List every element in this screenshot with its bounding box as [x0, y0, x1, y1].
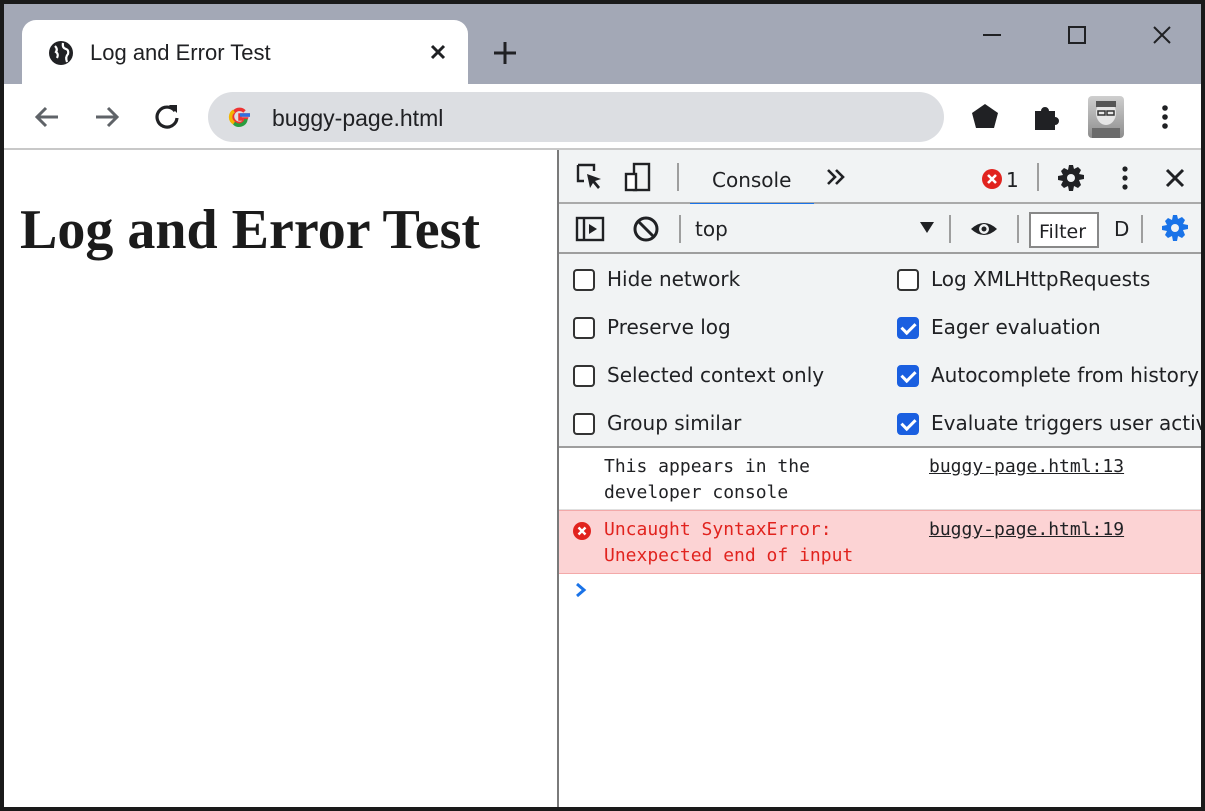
close-window-icon[interactable]	[1145, 18, 1179, 52]
devtools-tab-bar: Console 1	[559, 150, 1201, 206]
maximize-icon[interactable]	[1060, 18, 1094, 52]
option-label: Eager evaluation	[931, 315, 1101, 339]
separator	[1017, 215, 1019, 243]
inspect-element-icon[interactable]	[575, 162, 605, 192]
address-bar[interactable]: buggy-page.html	[208, 92, 944, 142]
browser-window: Log and Error Test buggy-page.html Log a…	[0, 0, 1205, 811]
devtools-menu-icon[interactable]	[1111, 164, 1139, 192]
url-text: buggy-page.html	[272, 105, 444, 131]
puzzle-icon[interactable]	[1028, 100, 1062, 134]
menu-kebab-icon[interactable]	[1148, 100, 1182, 134]
browser-tab[interactable]: Log and Error Test	[22, 20, 468, 84]
error-icon	[573, 522, 591, 540]
separator	[1037, 163, 1039, 191]
browser-toolbar: buggy-page.html	[4, 84, 1201, 150]
context-selector[interactable]: top	[695, 217, 728, 241]
page-content: Log and Error Test	[4, 150, 557, 807]
error-count-icon[interactable]	[981, 168, 1003, 190]
google-icon	[228, 107, 250, 127]
checkbox[interactable]	[573, 365, 595, 387]
separator	[677, 163, 679, 191]
log-source-link[interactable]: buggy-page.html:13	[929, 454, 1124, 480]
console-log-message: This appears in the developer console bu…	[559, 448, 1201, 510]
error-source-link[interactable]: buggy-page.html:19	[929, 517, 1124, 543]
option-label: Hide network	[607, 267, 741, 291]
checkbox-checked[interactable]	[897, 365, 919, 387]
more-tabs-icon[interactable]	[823, 164, 849, 190]
checkbox-checked[interactable]	[897, 413, 919, 435]
live-expression-eye-icon[interactable]	[969, 214, 999, 244]
console-output: This appears in the developer console bu…	[559, 448, 1201, 807]
close-tab-icon[interactable]	[424, 38, 452, 66]
clear-console-icon[interactable]	[631, 214, 661, 244]
close-devtools-icon[interactable]	[1161, 164, 1189, 192]
chevron-down-icon[interactable]	[919, 220, 935, 234]
avatar-image	[1092, 101, 1120, 138]
option-label: Preserve log	[607, 315, 731, 339]
tab-strip: Log and Error Test	[4, 4, 1201, 84]
tab-title: Log and Error Test	[90, 40, 271, 65]
console-toolbar: top Filter D	[559, 204, 1201, 254]
option-label: Evaluate triggers user activa	[931, 411, 1203, 435]
tab-console[interactable]: Console	[690, 150, 814, 206]
device-toolbar-icon[interactable]	[623, 162, 653, 192]
reload-icon[interactable]	[150, 100, 184, 134]
devtools-panel: Console 1 top Filter D Hide network Pres…	[557, 150, 1203, 807]
log-message-text: This appears in the developer console	[604, 456, 810, 503]
minimize-icon[interactable]	[975, 18, 1009, 52]
checkbox[interactable]	[573, 413, 595, 435]
error-count[interactable]: 1	[1006, 168, 1019, 192]
console-error-message: Uncaught SyntaxError: Unexpected end of …	[559, 510, 1201, 574]
tab-console-label: Console	[712, 168, 792, 192]
filter-placeholder: Filter	[1039, 221, 1087, 243]
option-label: Group similar	[607, 411, 742, 435]
console-prompt-icon[interactable]	[573, 580, 589, 600]
extension-shape-icon[interactable]	[968, 100, 1002, 134]
console-settings-gear-icon[interactable]	[1161, 214, 1189, 242]
checkbox[interactable]	[573, 269, 595, 291]
forward-icon[interactable]	[90, 100, 124, 134]
page-heading: Log and Error Test	[20, 199, 481, 261]
error-message-text: Uncaught SyntaxError: Unexpected end of …	[604, 519, 854, 566]
sidebar-toggle-icon[interactable]	[575, 214, 605, 244]
settings-gear-icon[interactable]	[1057, 164, 1085, 192]
option-label: Log XMLHttpRequests	[931, 267, 1151, 291]
new-tab-icon[interactable]	[490, 38, 520, 68]
console-settings-pane: Hide network Preserve log Selected conte…	[559, 254, 1203, 448]
filter-input[interactable]: Filter	[1029, 212, 1099, 248]
back-icon[interactable]	[30, 100, 64, 134]
profile-avatar[interactable]	[1088, 96, 1124, 138]
checkbox[interactable]	[573, 317, 595, 339]
separator	[1141, 215, 1143, 243]
log-levels-dropdown[interactable]: D	[1114, 217, 1129, 241]
checkbox-checked[interactable]	[897, 317, 919, 339]
option-label: Selected context only	[607, 363, 825, 387]
separator	[949, 215, 951, 243]
globe-icon	[49, 41, 73, 65]
checkbox[interactable]	[897, 269, 919, 291]
option-label: Autocomplete from history	[931, 363, 1199, 387]
separator	[679, 215, 681, 243]
